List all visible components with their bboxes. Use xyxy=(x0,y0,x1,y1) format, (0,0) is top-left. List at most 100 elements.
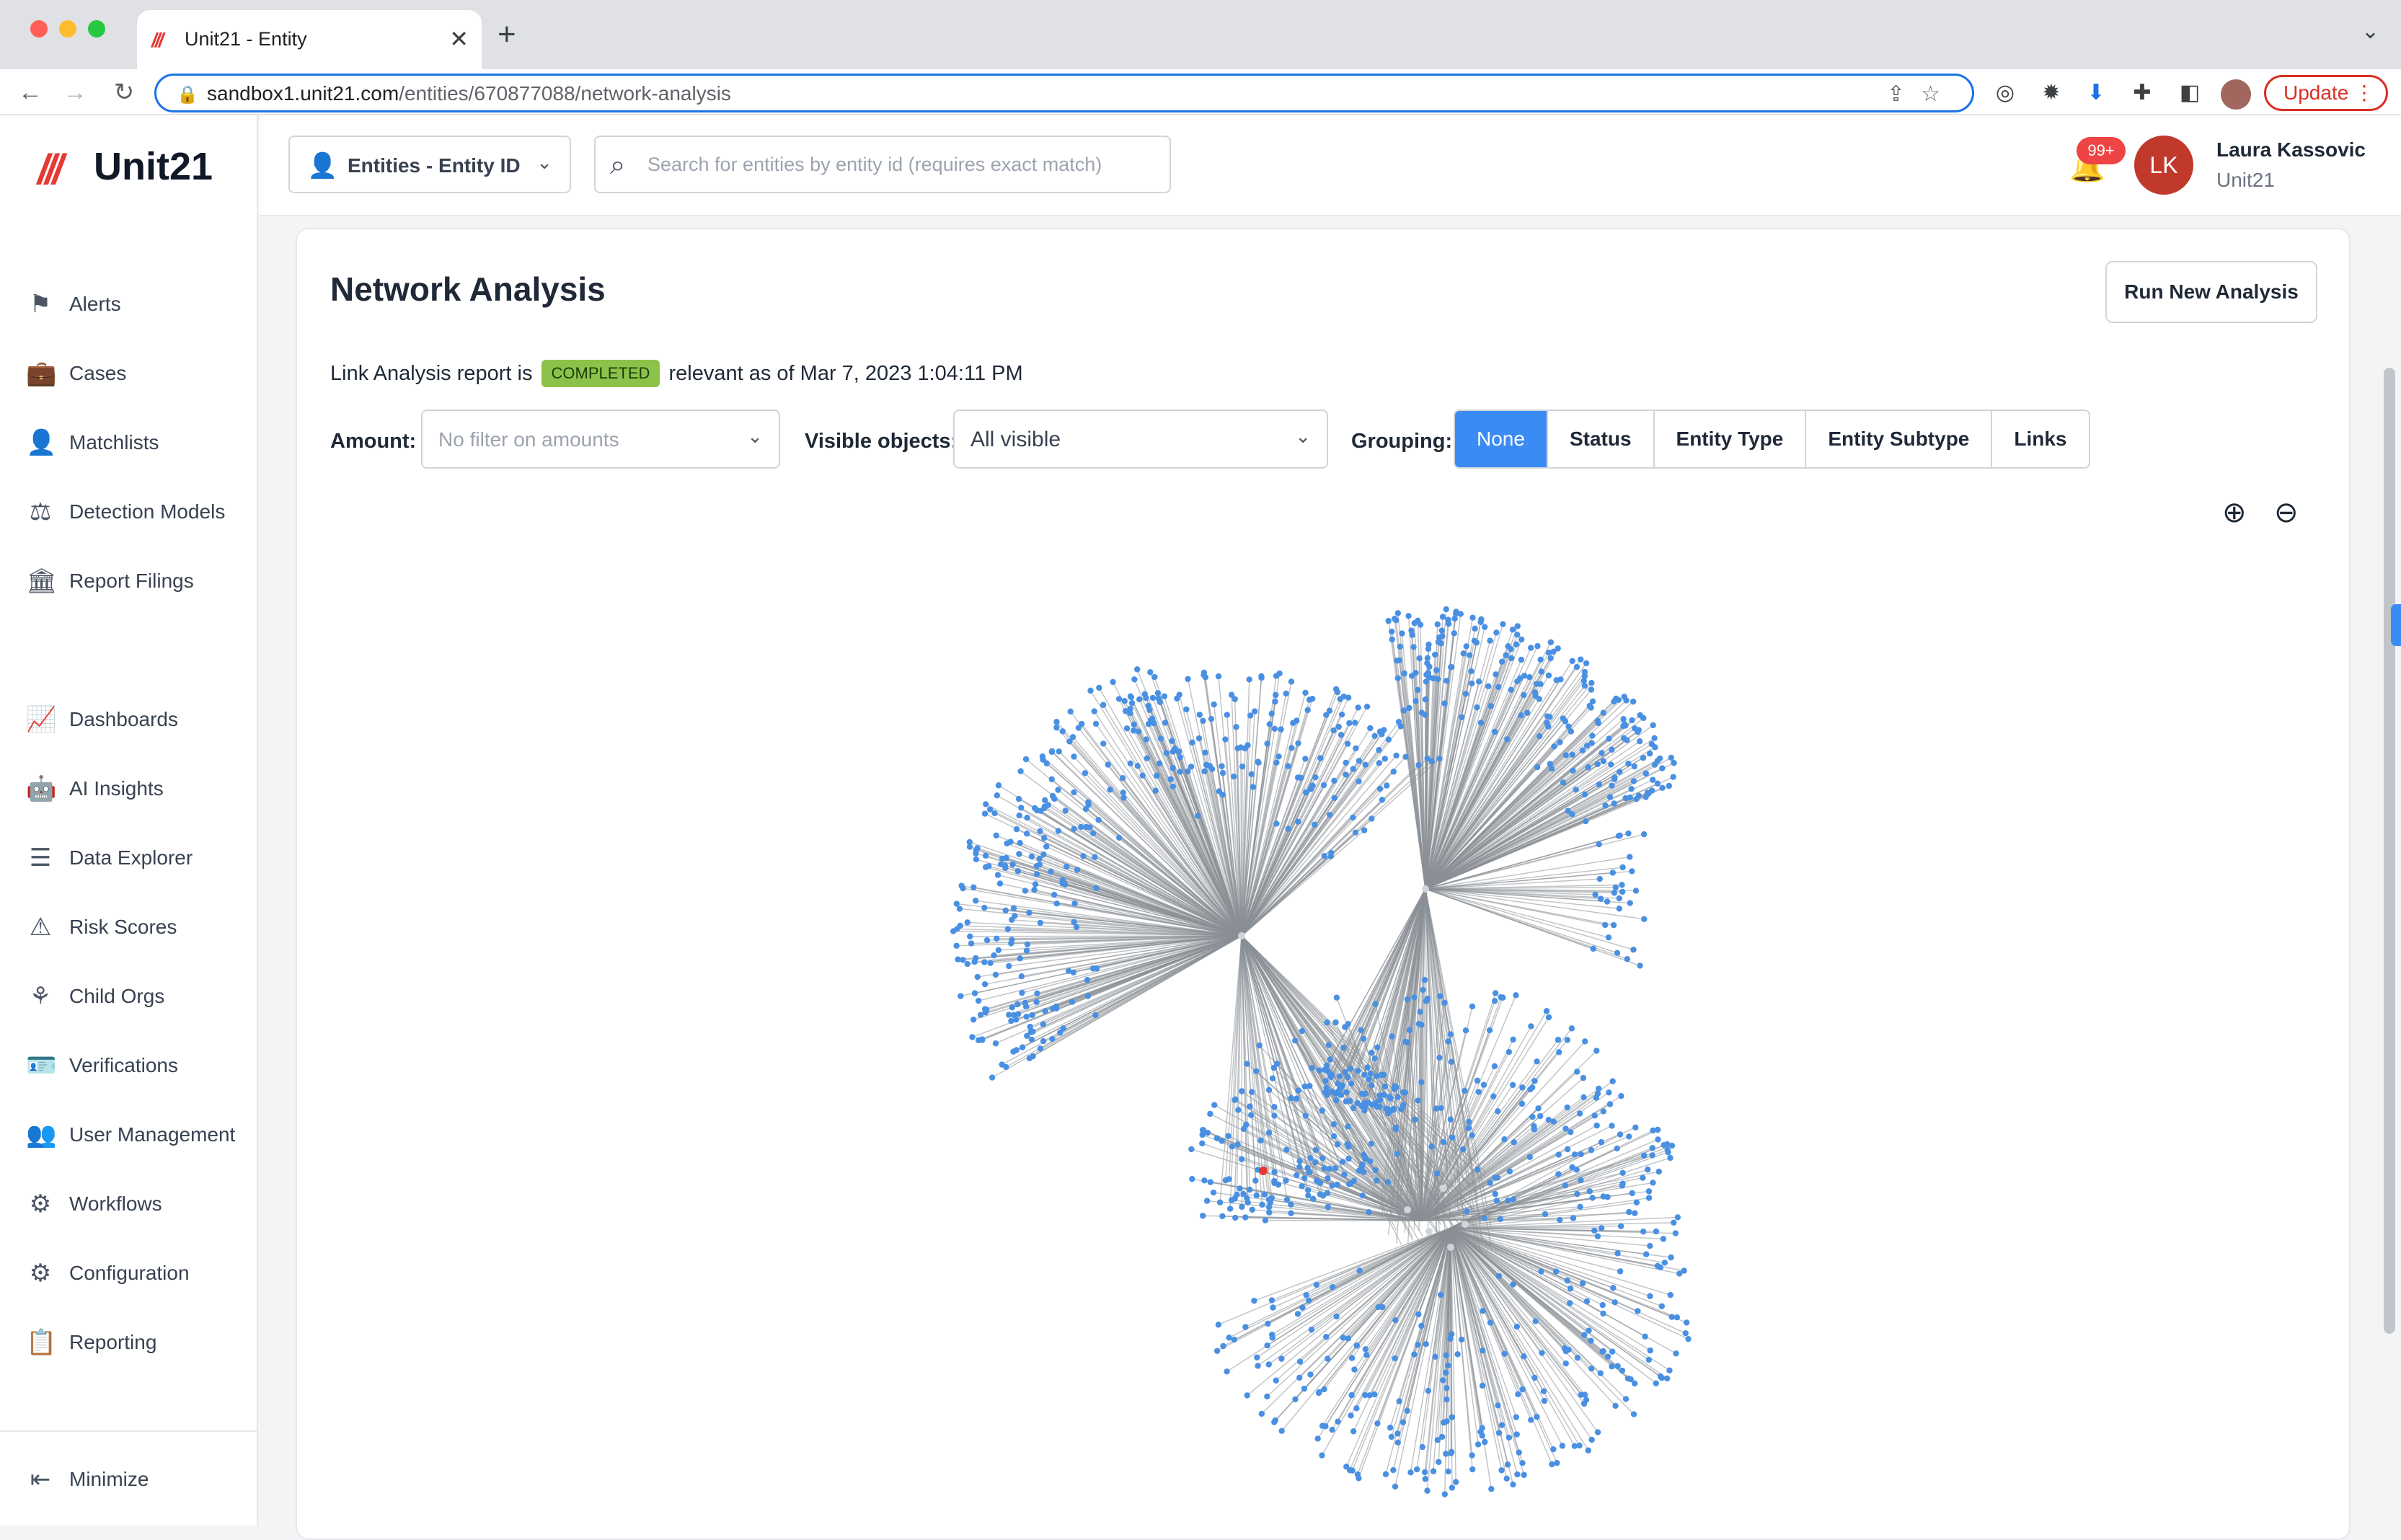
sidebar-item-configuration[interactable]: ⚙ Configuration xyxy=(0,1247,258,1299)
close-tab-icon[interactable]: ✕ xyxy=(449,25,469,53)
graph-node xyxy=(1454,1351,1460,1357)
entity-type-select[interactable]: 👤 Entities - Entity ID ⌄ xyxy=(288,136,571,193)
graph-node xyxy=(1569,811,1575,817)
graph-node xyxy=(1250,784,1256,789)
entity-search-input[interactable] xyxy=(646,150,1151,179)
sidepanel-icon[interactable]: ◧ xyxy=(2176,79,2203,107)
forward-icon[interactable]: → xyxy=(58,72,92,112)
sidebar-item-alerts[interactable]: ⚑ Alerts xyxy=(0,278,258,330)
reload-icon[interactable]: ↻ xyxy=(107,72,141,112)
sidebar-item-workflows[interactable]: ⚙ Workflows xyxy=(0,1178,258,1230)
network-graph[interactable] xyxy=(297,229,2349,1527)
graph-node xyxy=(1661,1236,1666,1242)
password-extension-icon[interactable]: ◎ xyxy=(1991,79,2019,107)
graph-node xyxy=(1377,786,1383,792)
graph-node xyxy=(1649,787,1655,793)
sidebar-item-risk-scores[interactable]: ⚠ Risk Scores xyxy=(0,901,258,953)
sidebar-item-reporting[interactable]: 📋 Reporting xyxy=(0,1316,258,1368)
graph-node xyxy=(1412,1117,1418,1123)
maximize-window-button[interactable] xyxy=(88,20,105,37)
graph-node xyxy=(1023,1004,1029,1009)
sidebar-item-label: Reporting xyxy=(69,1329,156,1355)
graph-node xyxy=(1200,1213,1206,1218)
close-window-button[interactable] xyxy=(30,20,48,37)
graph-node xyxy=(1129,700,1135,706)
graph-node xyxy=(1029,1037,1035,1043)
download-extension-icon[interactable]: ⬇ xyxy=(2082,79,2110,107)
graph-node xyxy=(1681,1267,1686,1273)
graph-node xyxy=(1340,1083,1345,1089)
browser-tab[interactable]: /// Unit21 - Entity ✕ xyxy=(137,10,482,69)
graph-node xyxy=(1003,855,1009,861)
graph-node xyxy=(1415,687,1420,693)
sidebar-item-child-orgs[interactable]: ⚘ Child Orgs xyxy=(0,970,258,1022)
graph-node xyxy=(1368,1082,1374,1088)
graph-node xyxy=(1189,1176,1195,1182)
graph-node xyxy=(1255,1363,1260,1368)
settings-extension-icon[interactable]: ✹ xyxy=(2038,79,2065,107)
graph-node xyxy=(1475,1441,1481,1447)
graph-node xyxy=(1622,694,1627,699)
graph-node xyxy=(1580,1094,1586,1100)
graph-node xyxy=(1632,764,1637,769)
sidebar-item-cases[interactable]: 💼 Cases xyxy=(0,348,258,399)
graph-node xyxy=(1005,926,1011,931)
sidebar-item-report-filings[interactable]: 🏛 Report Filings xyxy=(0,555,258,607)
graph-node xyxy=(1019,973,1025,979)
sidebar-item-label: Cases xyxy=(69,360,126,386)
graph-node xyxy=(1592,1112,1598,1118)
graph-node xyxy=(1078,824,1084,830)
graph-node xyxy=(1272,726,1278,732)
sidebar-item-detection-models[interactable]: ⚖ Detection Models xyxy=(0,486,258,538)
back-icon[interactable]: ← xyxy=(13,72,48,112)
graph-node xyxy=(1120,775,1126,781)
share-bookmark-icons[interactable]: ⇪☆ xyxy=(1887,81,1956,107)
new-tab-button[interactable]: + xyxy=(498,14,516,55)
graph-node xyxy=(1231,774,1237,779)
sidebar-item-verifications[interactable]: 🪪 Verifications xyxy=(0,1040,258,1092)
graph-node xyxy=(1560,715,1566,721)
graph-node xyxy=(1334,994,1340,1000)
minimize-window-button[interactable] xyxy=(59,20,76,37)
sidebar-item-matchlists[interactable]: 👤 Matchlists xyxy=(0,417,258,469)
graph-node xyxy=(1570,1215,1576,1221)
graph-node xyxy=(1550,1446,1556,1452)
graph-node xyxy=(1294,1096,1299,1102)
avatar[interactable]: LK xyxy=(2134,136,2193,195)
browser-profile-avatar[interactable] xyxy=(2221,79,2251,110)
browser-update-button[interactable]: Update⋮ xyxy=(2264,75,2388,111)
graph-node xyxy=(1285,763,1291,769)
page-scrollbar[interactable] xyxy=(2384,368,2395,1334)
sidebar-minimize-button[interactable]: ⇤ Minimize xyxy=(0,1453,258,1505)
graph-node xyxy=(1551,743,1557,749)
graph-node xyxy=(1183,707,1189,712)
address-bar[interactable]: 🔒 sandbox1.unit21.com/entities/670877088… xyxy=(154,74,1974,112)
graph-node xyxy=(1567,1285,1573,1291)
graph-node xyxy=(1338,732,1344,738)
graph-node xyxy=(1057,1030,1063,1035)
sidebar-item-user-management[interactable]: 👥 User Management xyxy=(0,1109,258,1161)
graph-node xyxy=(1562,1345,1567,1351)
graph-node xyxy=(1537,1113,1543,1119)
sidebar-item-dashboards[interactable]: 📈 Dashboards xyxy=(0,694,258,745)
tab-search-chevron-icon[interactable]: ⌄ xyxy=(2361,19,2379,44)
graph-node xyxy=(1232,1337,1237,1342)
sidebar-item-label: Alerts xyxy=(69,291,121,317)
graph-node xyxy=(1144,755,1150,761)
graph-node xyxy=(1415,1342,1420,1348)
app-logo[interactable]: /// Unit21 xyxy=(0,115,258,224)
sidebar-item-data-explorer[interactable]: ☰ Data Explorer xyxy=(0,832,258,884)
graph-node xyxy=(1232,1215,1238,1221)
graph-node xyxy=(1492,729,1498,735)
graph-node xyxy=(1271,1419,1277,1425)
graph-node xyxy=(1056,748,1062,754)
graph-node xyxy=(1326,1042,1332,1048)
sidebar-item-label: AI Insights xyxy=(69,776,164,802)
graph-node xyxy=(1327,708,1332,714)
sidebar-item-ai-insights[interactable]: 🤖 AI Insights xyxy=(0,763,258,815)
puzzle-extensions-icon[interactable]: ✚ xyxy=(2128,79,2156,107)
graph-node xyxy=(1305,1187,1311,1192)
graph-node xyxy=(1609,782,1614,788)
user-name: Laura Kassovic xyxy=(2216,138,2366,161)
graph-node xyxy=(1668,1292,1673,1298)
